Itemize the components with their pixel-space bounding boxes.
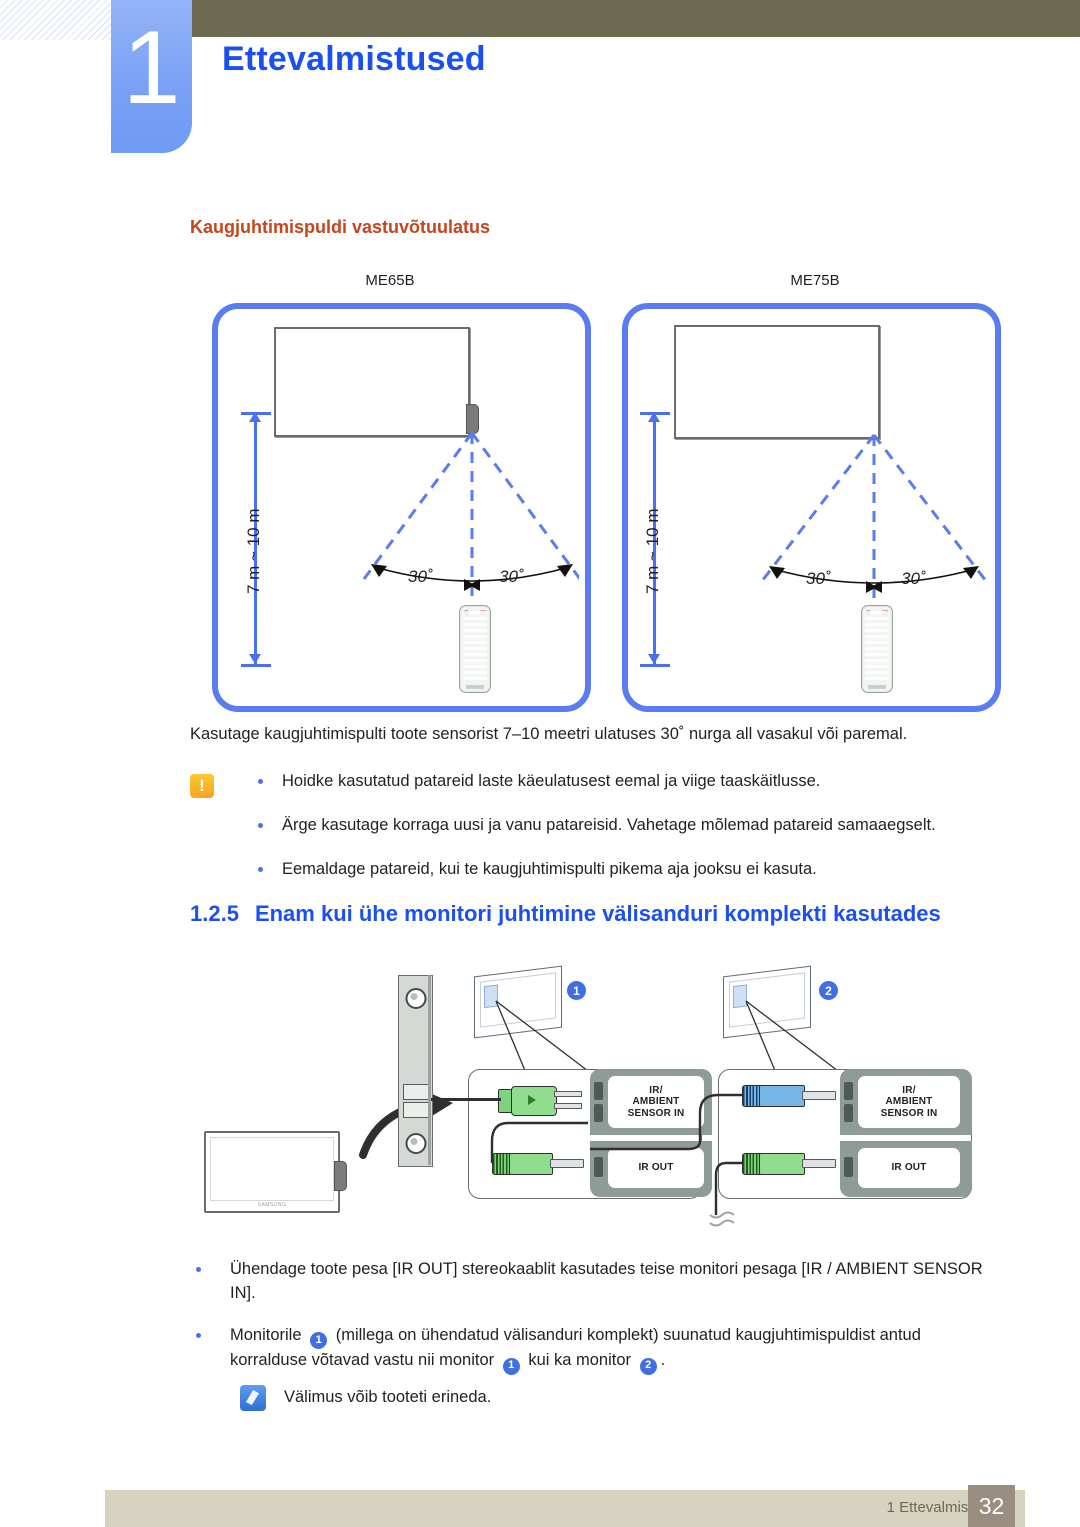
port-label-ir-ambient-sensor-in-2: IR/ AMBIENT SENSOR IN	[858, 1076, 960, 1128]
multi-monitor-connection-diagram: SAMSUNG 1 IR/ AMBIENT SENSOR IN IR OUT 2…	[190, 965, 990, 1235]
dimension-arrow-up	[249, 412, 261, 422]
display-panel	[274, 327, 470, 437]
sensor-eye-bottom	[405, 1133, 426, 1154]
cable-loop-1	[490, 1121, 588, 1163]
distance-label: 7 m ~ 10 m	[244, 508, 263, 594]
angle-label-left: 30˚	[806, 569, 831, 588]
green-adapter-plug	[498, 1086, 582, 1116]
sensor-eye-top	[405, 988, 426, 1009]
list-item: Monitorile 1 (millega on ühendatud välis…	[190, 1324, 990, 1375]
note-pencil-icon	[240, 1385, 266, 1411]
port-slot-2b	[844, 1104, 853, 1122]
list-item: Eemaldage patareid, kui te kaugjuhtimisp…	[248, 858, 993, 882]
remote-control	[861, 605, 893, 693]
angle-label-right: 30˚	[901, 569, 926, 588]
remote-brand-strip	[868, 685, 886, 689]
warning-list: Hoidke kasutatud patareid laste käeulatu…	[248, 770, 993, 902]
dangling-cable	[709, 1161, 744, 1227]
intro-paragraph: Kasutage kaugjuhtimispulti toote sensori…	[190, 725, 908, 743]
chapter-number-badge: 1	[111, 0, 192, 153]
port-label-ir-out-2: IR OUT	[858, 1148, 960, 1188]
inline-monitor-badge-2: 1	[502, 1357, 520, 1375]
ir-sensor-nub	[466, 404, 479, 434]
sensor-jack-upper	[403, 1084, 430, 1100]
model-label-me75b: ME75B	[790, 272, 840, 289]
distance-label: 7 m ~ 10 m	[643, 508, 662, 594]
note-text-part1: Monitorile	[230, 1325, 302, 1344]
sensor-cable	[431, 1098, 501, 1101]
note-text-part3: kui ka monitor	[528, 1351, 632, 1370]
warning-icon: !	[190, 774, 214, 798]
dimension-arrow-up	[648, 412, 660, 422]
bottom-notes-list: Ühendage toote pesa [IR OUT] stereokaabl…	[190, 1258, 990, 1393]
list-item: Ärge kasutage korraga uusi ja vanu patar…	[248, 814, 993, 838]
display-panel	[674, 325, 880, 439]
port-label-line1: IR/	[902, 1084, 916, 1096]
header-olive-bar	[192, 0, 1080, 37]
reception-range-diagram-me75b: 7 m ~ 10 m 30˚ 30˚	[622, 303, 1001, 712]
remote-keypad	[463, 611, 487, 683]
dimension-arrow-down	[249, 654, 261, 664]
model-label-me65b: ME65B	[365, 272, 415, 289]
section-heading: 1.2.5 Enam kui ühe monitori juhtimine väl…	[190, 901, 941, 927]
sensor-bar-stem	[428, 975, 431, 1165]
diagonal-stripe-decoration	[0, 0, 112, 40]
remote-control	[459, 605, 491, 693]
angle-label-right: 30˚	[499, 567, 524, 586]
remote-brand-strip	[466, 685, 484, 689]
port-slot-2c	[844, 1157, 853, 1177]
monitor-sensor-nub	[334, 1161, 347, 1191]
sensor-jack-lower	[403, 1102, 430, 1118]
list-item: Ühendage toote pesa [IR OUT] stereokaabl…	[190, 1258, 990, 1306]
port-slot-2a	[844, 1082, 853, 1100]
note-text: Välimus võib tooteti erineda.	[284, 1388, 492, 1406]
port-label-line2: AMBIENT	[885, 1096, 933, 1108]
chapter-title: Ettevalmistused	[222, 40, 486, 78]
port-label-line3: SENSOR IN	[880, 1107, 938, 1119]
subsection-heading: Kaugjuhtimispuldi vastuvõtuulatus	[190, 217, 491, 237]
reception-range-diagram-me65b: 7 m ~ 10 m 30˚ 30˚	[212, 303, 591, 712]
section-title: Enam kui ühe monitori juhtimine välisand…	[254, 901, 941, 926]
dimension-arrow-down	[648, 654, 660, 664]
remote-keypad	[865, 611, 889, 683]
inline-monitor-badge-1: 1	[310, 1332, 328, 1350]
note-text-part4: .	[660, 1351, 666, 1370]
angle-label-left: 30˚	[408, 567, 433, 586]
standalone-monitor: SAMSUNG	[204, 1131, 340, 1213]
inline-monitor-badge-3: 2	[639, 1357, 657, 1375]
list-item: Hoidke kasutatud patareid laste käeulatu…	[248, 770, 993, 794]
page-number-box: 32	[968, 1485, 1015, 1527]
section-number: 1.2.5	[190, 901, 239, 926]
monitor-bezel	[210, 1137, 334, 1201]
monitor-logo: SAMSUNG	[257, 1202, 287, 1208]
